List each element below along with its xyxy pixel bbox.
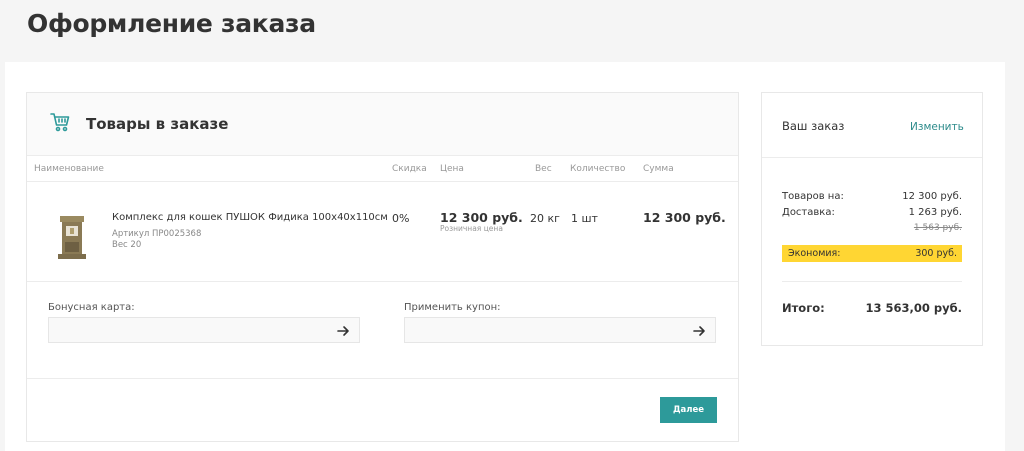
arrow-right-icon[interactable] [692, 323, 706, 337]
total-value: 13 563,00 руб. [865, 301, 962, 315]
bonus-card-label: Бонусная карта: [48, 302, 135, 313]
delivery-value: 1 263 руб. [908, 207, 962, 218]
item-sum: 12 300 руб. [643, 210, 726, 225]
divider [762, 157, 982, 158]
delivery-old-price: 1 563 руб. [913, 223, 962, 233]
divider [27, 281, 738, 282]
column-weight-header: Вес [535, 164, 552, 174]
next-button[interactable]: Далее [660, 397, 717, 423]
divider [27, 378, 738, 379]
item-quantity: 1 шт [571, 212, 598, 225]
product-image[interactable] [52, 212, 92, 262]
bonus-card-field [48, 317, 360, 343]
product-article: Артикул ПР0025368 [112, 229, 202, 239]
product-name-link[interactable]: Комплекс для кошек ПУШОК Фидика 100х40х1… [112, 212, 388, 223]
shopping-cart-icon [49, 111, 71, 133]
savings-badge: Экономия: 300 руб. [782, 245, 962, 262]
total-row: Итого: 13 563,00 руб. [782, 301, 962, 315]
column-name-header: Наименование [34, 164, 104, 174]
total-label: Итого: [782, 301, 825, 315]
item-price-note: Розничная цена [440, 224, 503, 233]
coupon-label: Применить купон: [404, 302, 501, 313]
savings-value: 300 руб. [915, 248, 957, 259]
cart-header: Товары в заказе [27, 93, 738, 156]
coupon-field [404, 317, 716, 343]
divider [27, 181, 738, 182]
bonus-card-input[interactable] [49, 318, 313, 343]
item-weight: 20 кг [530, 212, 560, 225]
cart-title: Товары в заказе [86, 115, 229, 133]
arrow-right-icon[interactable] [336, 323, 350, 337]
cart-section: Товары в заказе Наименование Скидка Цена… [26, 92, 739, 442]
delivery-label: Доставка: [782, 207, 835, 218]
divider [782, 281, 962, 282]
goods-total-label: Товаров на: [782, 191, 844, 202]
item-price: 12 300 руб. [440, 210, 523, 225]
column-quantity-header: Количество [570, 164, 626, 174]
column-price-header: Цена [440, 164, 464, 174]
order-summary: Ваш заказ Изменить Товаров на: 12 300 ру… [761, 92, 983, 346]
coupon-input[interactable] [405, 318, 669, 343]
summary-title: Ваш заказ [782, 119, 845, 133]
page-title: Оформление заказа [27, 9, 316, 38]
delivery-row: Доставка: 1 263 руб. [782, 207, 962, 218]
product-weight-meta: Вес 20 [112, 240, 142, 250]
goods-total-row: Товаров на: 12 300 руб. [782, 191, 962, 202]
column-discount-header: Скидка [392, 164, 427, 174]
edit-order-link[interactable]: Изменить [910, 121, 964, 133]
item-discount: 0% [392, 212, 410, 225]
column-sum-header: Сумма [643, 164, 674, 174]
savings-label: Экономия: [788, 248, 841, 259]
goods-total-value: 12 300 руб. [902, 191, 962, 202]
